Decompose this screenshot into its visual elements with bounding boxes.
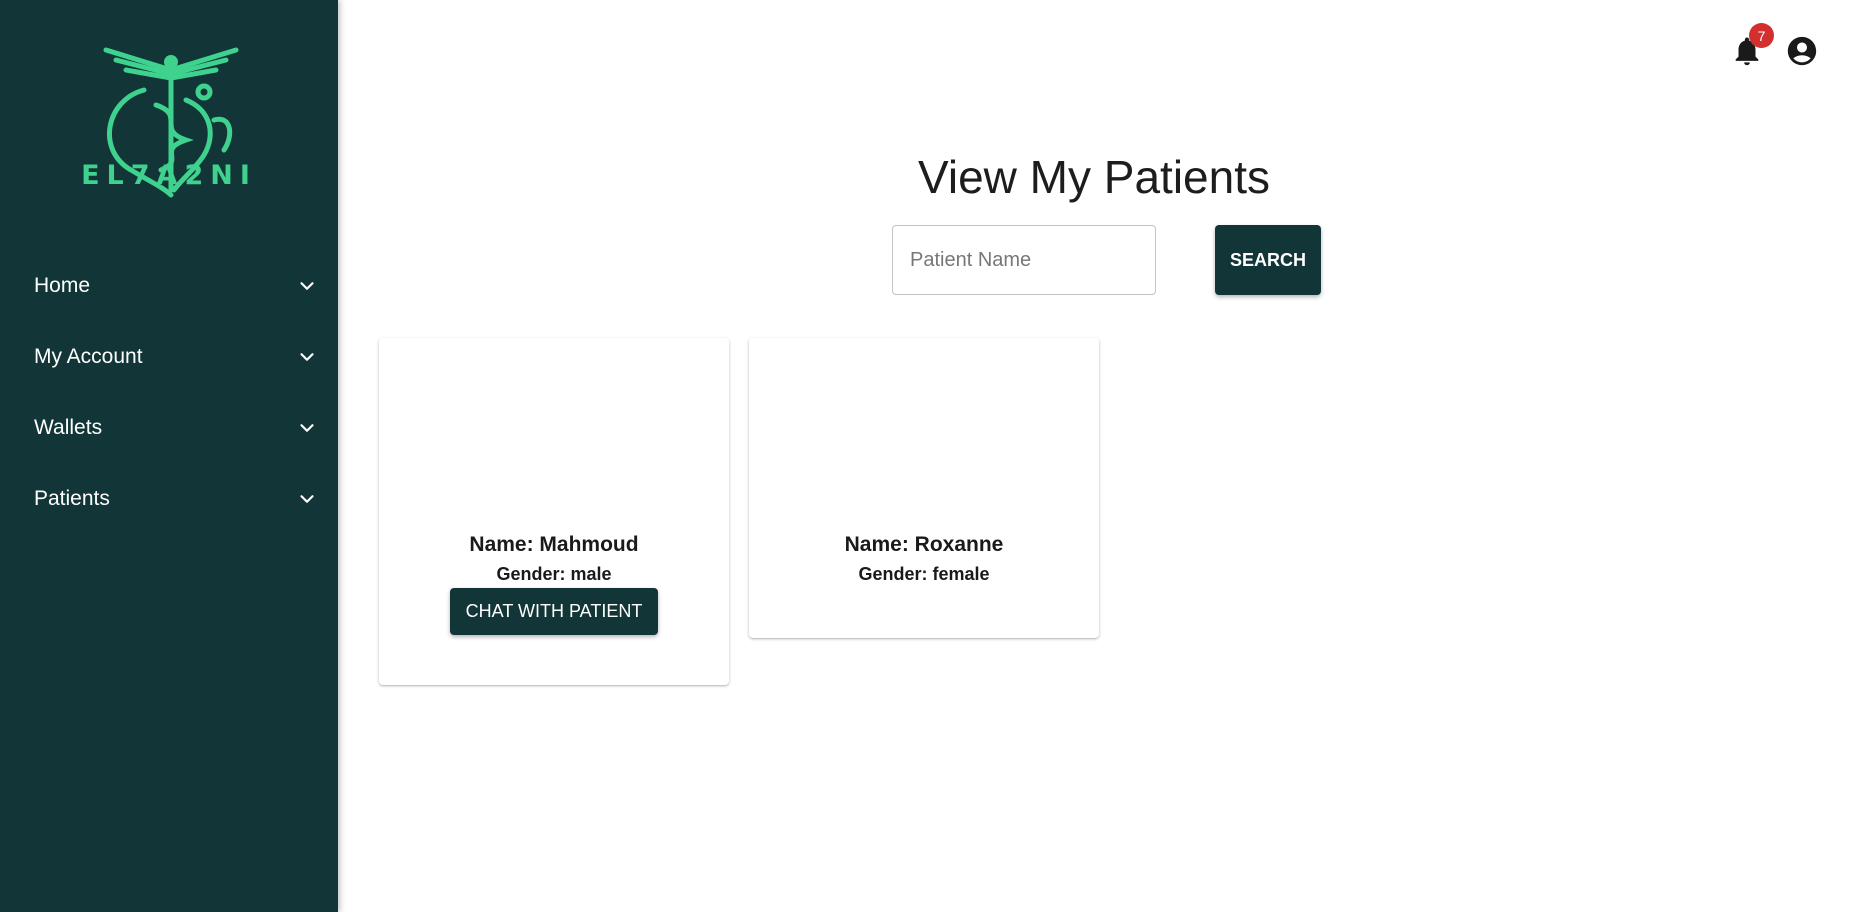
chat-with-patient-button[interactable]: CHAT WITH PATIENT <box>450 588 658 635</box>
patient-gender: Gender: female <box>858 564 990 584</box>
sidebar-item-home[interactable]: Home <box>0 250 338 321</box>
sidebar-item-label: Home <box>34 273 91 297</box>
sidebar-item-label: My Account <box>34 344 143 368</box>
search-button[interactable]: SEARCH <box>1215 225 1321 295</box>
sidebar: EL7A2NI Home My Account Wallets Patients <box>0 0 338 912</box>
account-circle-icon[interactable] <box>1785 34 1819 68</box>
sidebar-item-label: Wallets <box>34 415 103 439</box>
chevron-down-icon <box>300 352 314 361</box>
patient-card: Name: Mahmoud Gender: male CHAT WITH PAT… <box>379 338 729 685</box>
sidebar-item-my-account[interactable]: My Account <box>0 321 338 392</box>
notification-count-badge: 7 <box>1749 23 1774 48</box>
patient-name-search-input[interactable] <box>892 225 1156 295</box>
sidebar-item-wallets[interactable]: Wallets <box>0 392 338 463</box>
sidebar-item-label: Patients <box>34 486 110 510</box>
sidebar-item-patients[interactable]: Patients <box>0 463 338 534</box>
patient-gender: Gender: male <box>496 564 612 584</box>
chevron-down-icon <box>300 281 314 290</box>
patient-name: Name: Mahmoud <box>469 533 639 556</box>
patient-name: Name: Roxanne <box>844 533 1004 556</box>
sidebar-nav: Home My Account Wallets Patients <box>0 250 338 534</box>
page-title: View My Patients <box>918 151 1270 203</box>
brand-name: EL7A2NI <box>81 160 257 191</box>
chevron-down-icon <box>300 494 314 503</box>
chevron-down-icon <box>300 423 314 432</box>
patient-card: Name: Roxanne Gender: female <box>749 338 1099 638</box>
